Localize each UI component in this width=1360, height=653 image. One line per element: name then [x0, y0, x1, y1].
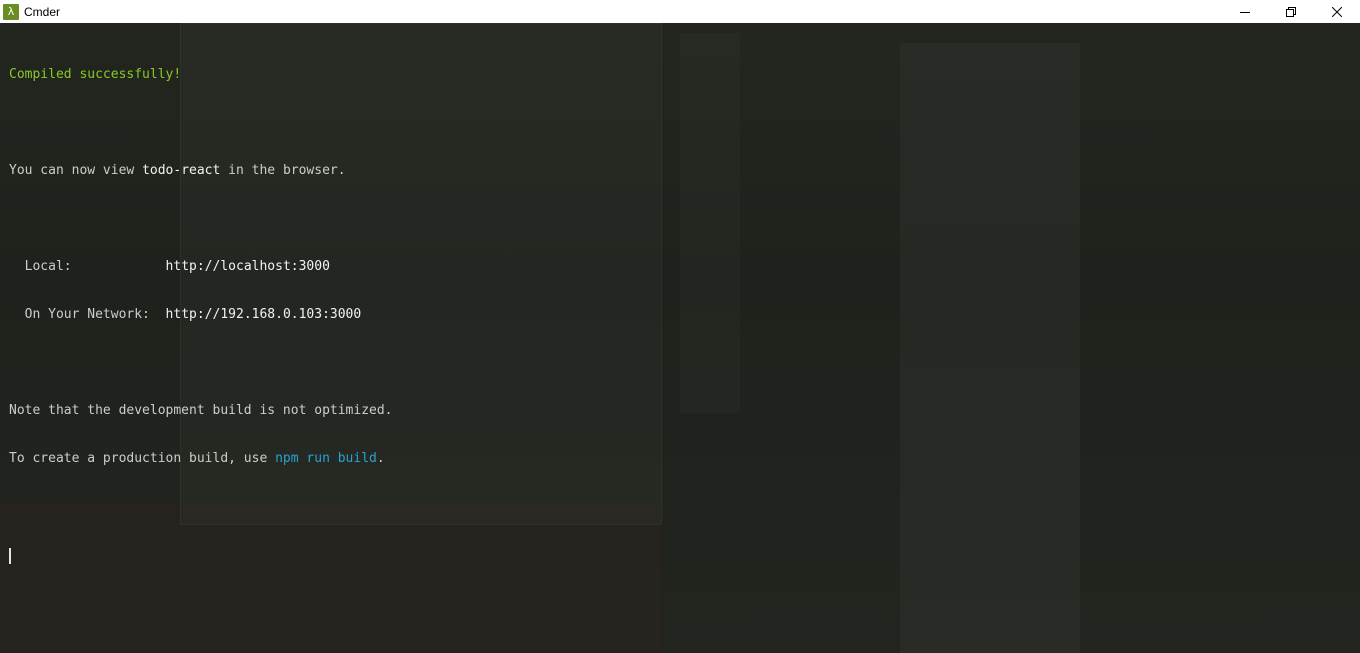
compile-status: Compiled successfully! [9, 67, 182, 82]
app-name: todo-react [142, 163, 221, 178]
network-url[interactable]: http://192.168.0.103:3000 [166, 307, 362, 322]
build-note: Note that the development build is not o… [9, 403, 393, 418]
minimize-icon [1240, 11, 1250, 13]
background-ghost [900, 43, 1080, 653]
window-controls [1222, 0, 1360, 23]
close-icon [1332, 6, 1342, 17]
terminal-output: Compiled successfully! You can now view … [9, 35, 393, 595]
prod-suffix: . [376, 451, 385, 466]
view-prefix: You can now view [9, 163, 143, 178]
title-bar[interactable]: λ Cmder [0, 0, 1360, 23]
local-url[interactable]: http://localhost:3000 [166, 259, 330, 274]
minimize-button[interactable] [1222, 0, 1268, 23]
window-title: Cmder [24, 4, 61, 19]
restore-icon [1286, 6, 1296, 17]
network-label: On Your Network: [9, 307, 166, 322]
restore-button[interactable] [1268, 0, 1314, 23]
terminal-area[interactable]: Compiled successfully! You can now view … [0, 23, 1360, 653]
prod-prefix: To create a production build, use [9, 451, 276, 466]
view-suffix: in the browser. [220, 163, 346, 178]
background-ghost [680, 33, 740, 413]
cmder-window: λ Cmder Compiled successfully! You can n… [0, 0, 1360, 653]
build-command: npm run build [275, 451, 377, 466]
local-label: Local: [9, 259, 166, 274]
lambda-icon: λ [3, 3, 19, 20]
text-cursor [9, 548, 11, 564]
close-button[interactable] [1314, 0, 1360, 23]
